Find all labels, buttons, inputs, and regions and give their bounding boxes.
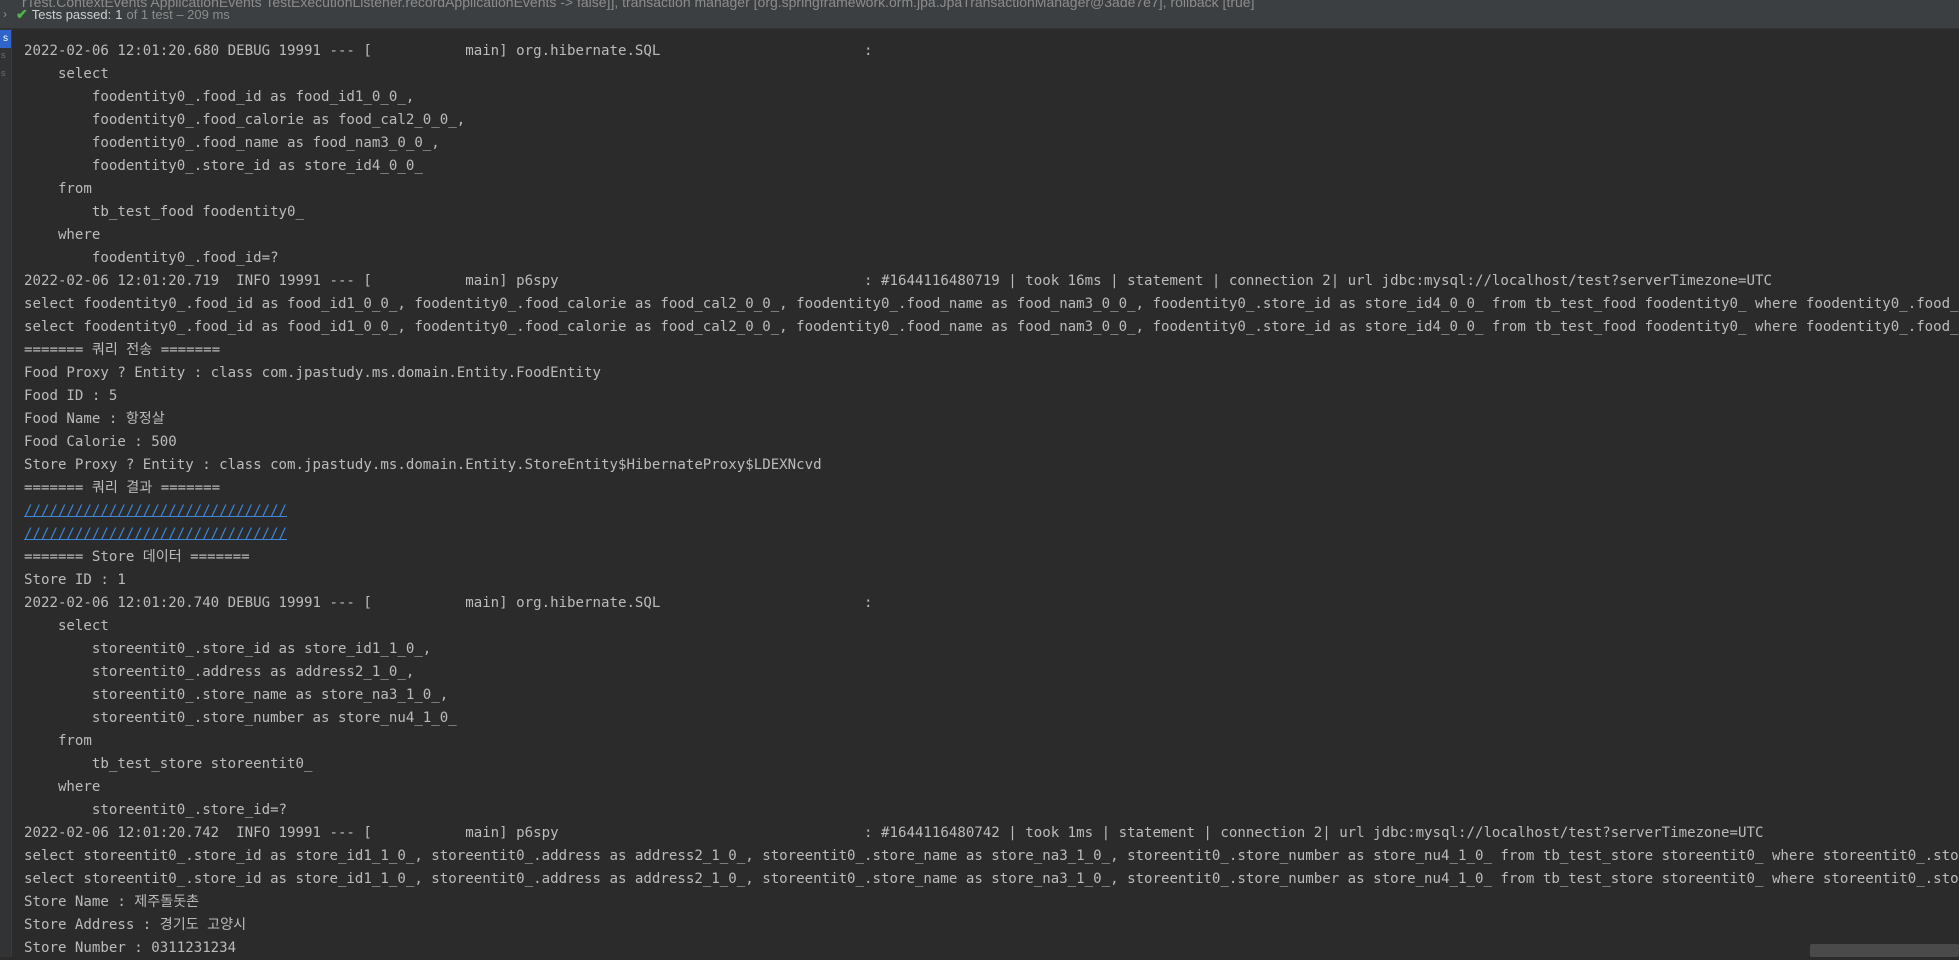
console-line: ======= Store 데이터 ======= — [24, 549, 250, 565]
gutter-marker: s — [1, 68, 6, 78]
console-line: where — [24, 227, 101, 243]
console-line: foodentity0_.food_calorie as food_cal2_0… — [24, 112, 466, 128]
console-line: select — [24, 66, 109, 82]
console-line: Store Address : 경기도 고양시 — [24, 917, 247, 933]
horizontal-scrollbar[interactable] — [1810, 944, 1959, 957]
console-line: Store ID : 1 — [24, 572, 126, 588]
console-line: Food Calorie : 500 — [24, 434, 177, 450]
test-status-bar: rTest.ContextEvents ApplicationEvents Te… — [0, 0, 1959, 29]
left-gutter: s s s — [0, 28, 12, 957]
console-line: tb_test_store storeentit0_ — [24, 756, 313, 772]
console-line: 2022-02-06 12:01:20.680 DEBUG 19991 --- … — [24, 43, 873, 59]
console-line: tb_test_food foodentity0_ — [24, 204, 305, 220]
console-line: select foodentity0_.food_id as food_id1_… — [24, 296, 1959, 312]
console-line: from — [24, 181, 92, 197]
console-line: storeentit0_.store_number as store_nu4_1… — [24, 710, 457, 726]
chevron-right-icon[interactable]: › — [0, 7, 10, 21]
console-line: foodentity0_.food_id=? — [24, 250, 279, 266]
console-line: Food Proxy ? Entity : class com.jpastudy… — [24, 365, 601, 381]
console-line: select — [24, 618, 109, 634]
console-line: select storeentit0_.store_id as store_id… — [24, 848, 1959, 864]
console-line: where — [24, 779, 101, 795]
console-line: storeentit0_.address as address2_1_0_, — [24, 664, 415, 680]
console-line: select foodentity0_.food_id as food_id1_… — [24, 319, 1959, 335]
console-line: Store Name : 제주돌돗촌 — [24, 894, 200, 910]
console-line: 2022-02-06 12:01:20.740 DEBUG 19991 --- … — [24, 595, 873, 611]
gutter-marker: s — [1, 50, 6, 60]
console-line: 2022-02-06 12:01:20.719 INFO 19991 --- [… — [24, 273, 1772, 289]
tests-passed-count: 1 — [115, 6, 123, 22]
console-line: storeentit0_.store_name as store_na3_1_0… — [24, 687, 449, 703]
console-line: storeentit0_.store_id as store_id1_1_0_, — [24, 641, 432, 657]
console-line: Food Name : 항정살 — [24, 411, 165, 427]
console-line: Store Proxy ? Entity : class com.jpastud… — [24, 457, 822, 473]
console-line: ======= 쿼리 전송 ======= — [24, 342, 221, 358]
console-link-line[interactable]: /////////////////////////////// — [24, 500, 1959, 523]
tests-meta: of 1 test – 209 ms — [126, 6, 230, 22]
console-line: ======= 쿼리 결과 ======= — [24, 480, 221, 496]
gutter-active-tab[interactable]: s — [0, 30, 11, 48]
tests-passed-label: Tests passed: — [31, 6, 112, 22]
console-output[interactable]: 2022-02-06 12:01:20.680 DEBUG 19991 --- … — [24, 40, 1959, 960]
console-line: from — [24, 733, 92, 749]
console-line: foodentity0_.store_id as store_id4_0_0_ — [24, 158, 423, 174]
console-line: foodentity0_.food_name as food_nam3_0_0_… — [24, 135, 440, 151]
console-line: select storeentit0_.store_id as store_id… — [24, 871, 1959, 887]
console-line: 2022-02-06 12:01:20.742 INFO 19991 --- [… — [24, 825, 1764, 841]
console-line: storeentit0_.store_id=? — [24, 802, 288, 818]
check-icon: ✔ — [16, 5, 28, 22]
console-link-line[interactable]: /////////////////////////////// — [24, 523, 1959, 546]
console-line: foodentity0_.food_id as food_id1_0_0_, — [24, 89, 415, 105]
console-line: Food ID : 5 — [24, 388, 118, 404]
